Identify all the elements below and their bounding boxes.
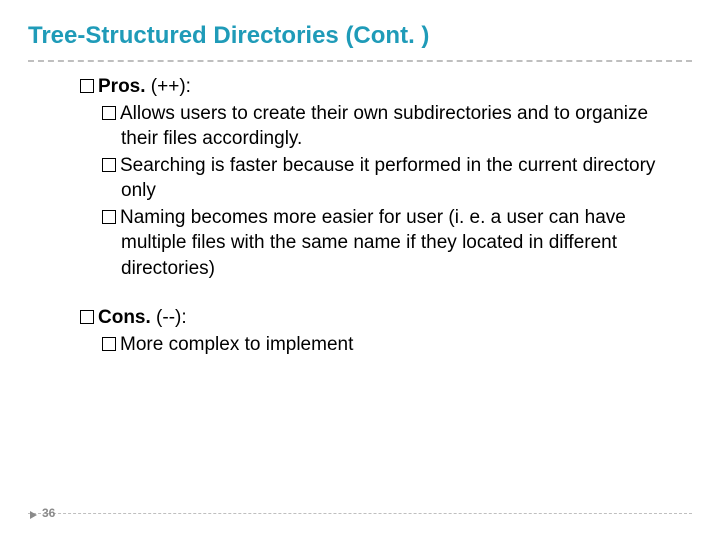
list-item: More complex to implement xyxy=(102,332,684,357)
list-item-text: Allows users to create their own subdire… xyxy=(120,103,648,149)
slide-content: Pros. (++): Allows users to create their… xyxy=(28,68,692,357)
list-item: Searching is faster because it performed… xyxy=(102,153,684,203)
footer xyxy=(28,513,692,520)
pros-suffix: (++): xyxy=(146,76,191,97)
square-bullet-icon xyxy=(102,106,116,120)
square-bullet-icon xyxy=(102,210,116,224)
slide-title: Tree-Structured Directories (Cont. ) xyxy=(28,22,692,50)
list-item-text: More complex to implement xyxy=(120,334,353,355)
square-bullet-icon xyxy=(80,310,94,324)
list-item-text: Naming becomes more easier for user (i. … xyxy=(120,207,626,278)
cons-list: More complex to implement xyxy=(80,332,684,357)
square-bullet-icon xyxy=(102,158,116,172)
square-bullet-icon xyxy=(80,79,94,93)
triangle-icon xyxy=(30,511,37,519)
cons-heading: Cons. (--): xyxy=(80,305,684,330)
list-item: Naming becomes more easier for user (i. … xyxy=(102,205,684,280)
list-item: Allows users to create their own subdire… xyxy=(102,101,684,151)
divider-top xyxy=(28,60,692,62)
page-number: 36 xyxy=(42,506,55,520)
list-item-text: Searching is faster because it performed… xyxy=(120,155,655,201)
cons-label: Cons. xyxy=(98,307,151,328)
pros-heading: Pros. (++): xyxy=(80,74,684,99)
pros-label: Pros. xyxy=(98,76,146,97)
pros-list: Allows users to create their own subdire… xyxy=(80,101,684,281)
slide: Tree-Structured Directories (Cont. ) Pro… xyxy=(0,0,720,540)
divider-bottom xyxy=(28,513,692,514)
cons-suffix: (--): xyxy=(151,307,187,328)
square-bullet-icon xyxy=(102,337,116,351)
